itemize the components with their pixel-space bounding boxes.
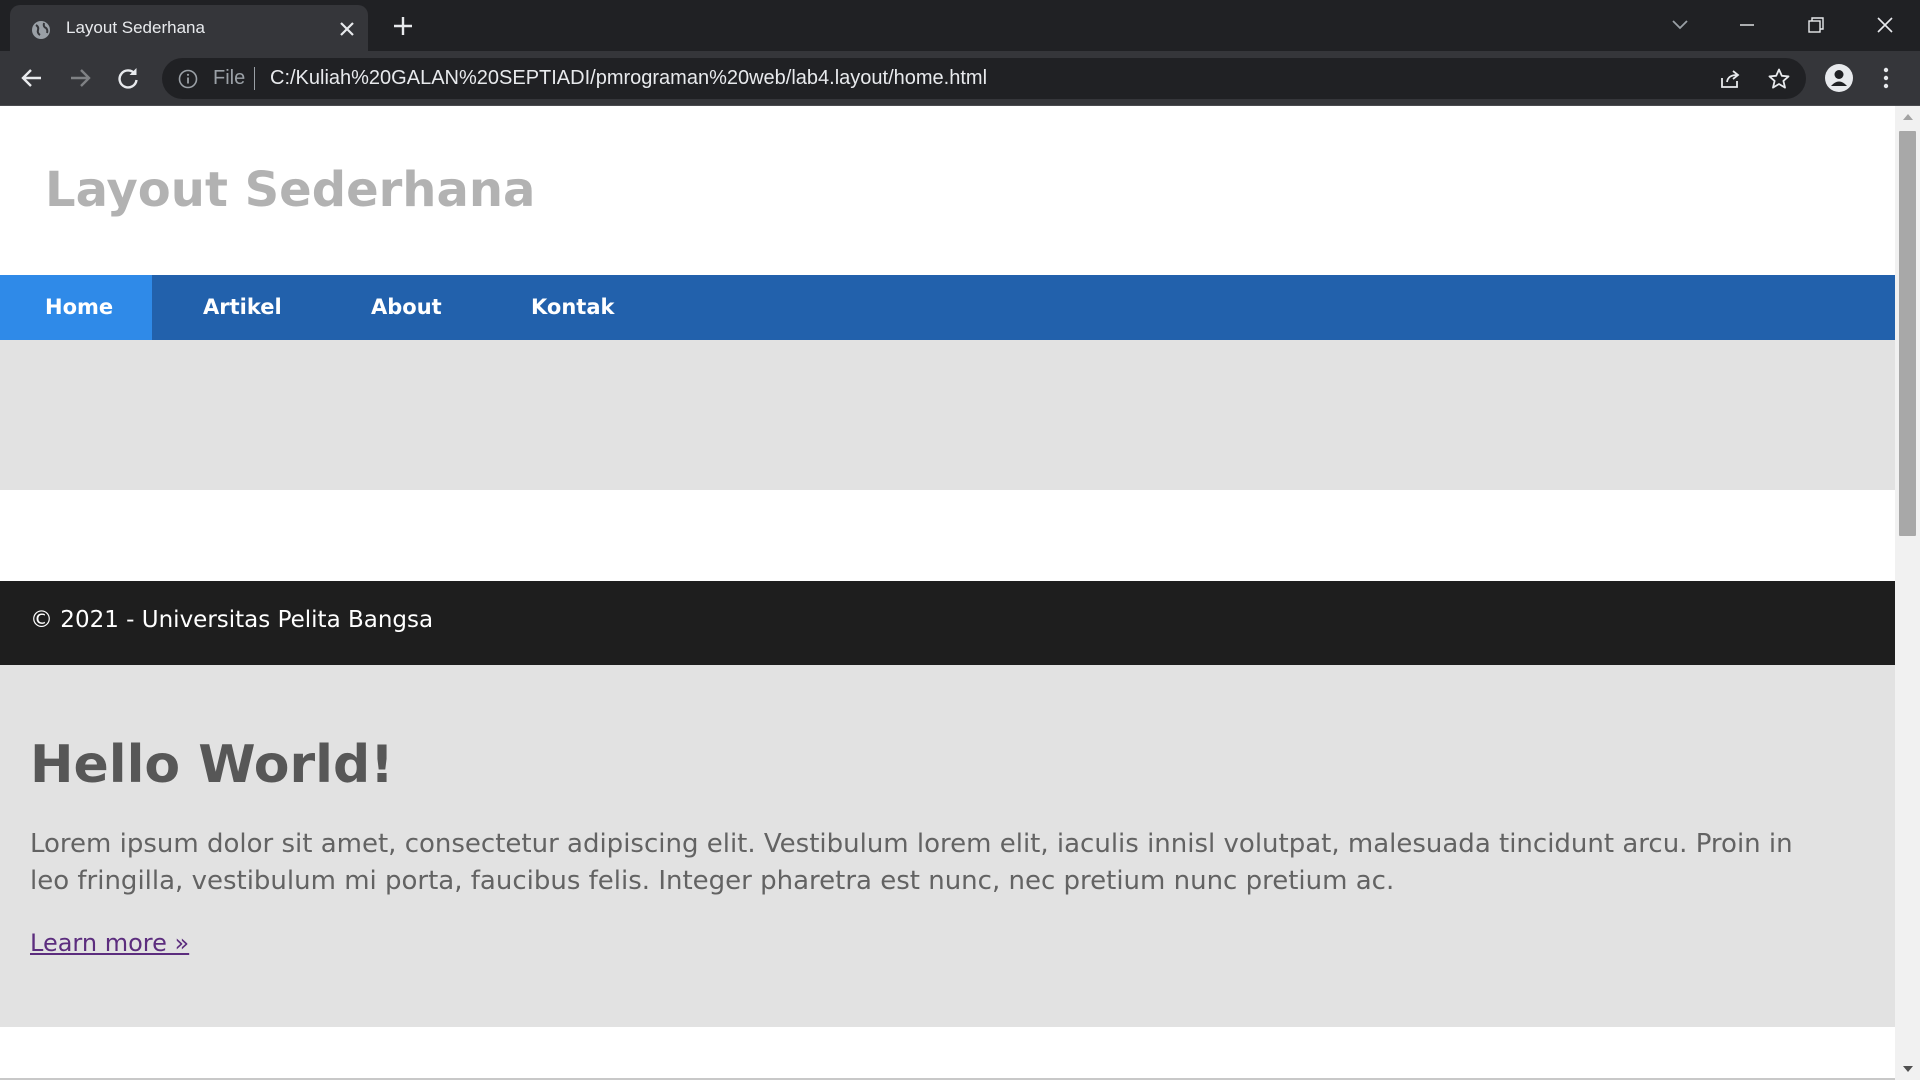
page-viewport: Layout Sederhana Home Artikel About Kont… xyxy=(0,106,1895,1080)
share-icon[interactable] xyxy=(1718,67,1742,91)
site-header: Layout Sederhana xyxy=(0,106,1895,275)
star-icon[interactable] xyxy=(1767,67,1791,91)
restore-icon[interactable] xyxy=(1803,12,1829,38)
footer-copyright: © 2021 - Universitas Pelita Bangsa xyxy=(30,607,434,633)
browser-tab-bar: Layout Sederhana xyxy=(0,0,1920,51)
address-bar[interactable]: File C:/Kuliah%20GALAN%20SEPTIADI/pmrogr… xyxy=(162,58,1806,99)
content-band xyxy=(0,340,1895,490)
person-icon[interactable] xyxy=(1824,63,1854,93)
arrow-right-icon[interactable] xyxy=(66,64,94,92)
scroll-up-arrow-icon[interactable] xyxy=(1903,114,1913,120)
arrow-left-icon[interactable] xyxy=(18,64,46,92)
jumbotron-title: Hello World! xyxy=(30,735,394,795)
nav-item-kontak[interactable]: Kontak xyxy=(531,275,614,340)
browser-tab[interactable]: Layout Sederhana xyxy=(10,5,368,51)
scroll-down-arrow-icon[interactable] xyxy=(1903,1066,1913,1072)
info-icon[interactable] xyxy=(178,69,198,89)
nav-item-about[interactable]: About xyxy=(371,275,442,340)
globe-icon xyxy=(32,21,50,39)
kebab-menu-icon[interactable] xyxy=(1874,64,1898,92)
site-footer: © 2021 - Universitas Pelita Bangsa xyxy=(0,581,1895,665)
browser-toolbar: File C:/Kuliah%20GALAN%20SEPTIADI/pmrogr… xyxy=(0,51,1920,106)
vertical-scrollbar[interactable] xyxy=(1895,106,1920,1080)
learn-more-link[interactable]: Learn more » xyxy=(30,929,189,957)
url-text[interactable]: C:/Kuliah%20GALAN%20SEPTIADI/pmrograman%… xyxy=(270,67,987,90)
jumbotron-text: Lorem ipsum dolor sit amet, consectetur … xyxy=(30,829,1793,896)
url-scheme-label: File xyxy=(213,67,246,89)
nav-item-home[interactable]: Home xyxy=(0,275,152,340)
close-icon[interactable] xyxy=(337,19,357,39)
scrollbar-thumb[interactable] xyxy=(1899,131,1916,536)
main-nav: Home Artikel About Kontak xyxy=(0,275,1895,340)
site-title: Layout Sederhana xyxy=(45,162,536,218)
jumbotron: Hello World! Lorem ipsum dolor sit amet,… xyxy=(0,665,1895,1027)
close-window-icon[interactable] xyxy=(1872,12,1898,38)
tab-title: Layout Sederhana xyxy=(66,18,205,37)
reload-icon[interactable] xyxy=(114,64,142,92)
plus-icon[interactable] xyxy=(391,14,415,38)
address-divider xyxy=(254,67,255,90)
minimize-icon[interactable] xyxy=(1734,12,1760,38)
nav-item-artikel[interactable]: Artikel xyxy=(203,275,282,340)
chevron-down-icon[interactable] xyxy=(1667,12,1693,38)
